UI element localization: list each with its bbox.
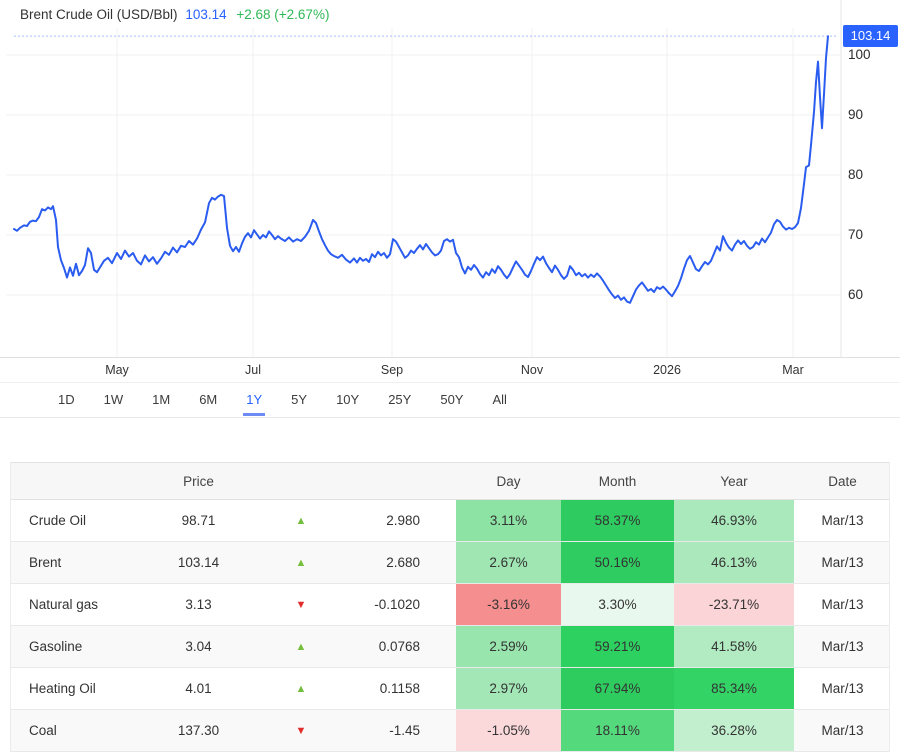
x-axis-tick: Jul	[223, 363, 283, 377]
chart-title: Brent Crude Oil (USD/Bbl)	[20, 7, 178, 22]
up-arrow-icon: ▲	[246, 542, 356, 583]
table-row-crude-oil: Crude Oil98.71▲2.9803.11%58.37%46.93%Mar…	[11, 500, 889, 542]
y-axis-tick: 90	[848, 107, 892, 122]
range-button-50y[interactable]: 50Y	[437, 385, 466, 416]
year-percent-cell: -23.71%	[674, 584, 794, 625]
commodities-dashboard: Brent Crude Oil (USD/Bbl) 103.14 +2.68 (…	[0, 0, 900, 752]
month-percent-cell: 18.11%	[561, 710, 674, 751]
up-arrow-icon: ▲	[246, 500, 356, 541]
table-row-natural-gas: Natural gas3.13▼-0.1020-3.16%3.30%-23.71…	[11, 584, 889, 626]
chart-header: Brent Crude Oil (USD/Bbl) 103.14 +2.68 (…	[20, 7, 329, 22]
x-axis-tick: Sep	[362, 363, 422, 377]
range-button-1d[interactable]: 1D	[55, 385, 78, 416]
header-price: Price	[151, 463, 246, 499]
price-chart[interactable]	[0, 0, 900, 358]
price-chart-card: Brent Crude Oil (USD/Bbl) 103.14 +2.68 (…	[0, 0, 900, 418]
change-value: 2.980	[356, 500, 456, 541]
header-month: Month	[561, 463, 674, 499]
commodity-name-link[interactable]: Brent	[11, 542, 151, 583]
header-year: Year	[674, 463, 794, 499]
table-header-row: Price DayMonthYearDate	[11, 462, 889, 500]
header-day: Day	[456, 463, 561, 499]
up-arrow-icon: ▲	[246, 668, 356, 709]
day-percent-cell: -1.05%	[456, 710, 561, 751]
date-value: Mar/13	[794, 584, 891, 625]
table-row-gasoline: Gasoline3.04▲0.07682.59%59.21%41.58%Mar/…	[11, 626, 889, 668]
chart-change: +2.68 (+2.67%)	[236, 7, 329, 22]
down-arrow-icon: ▼	[246, 710, 356, 751]
price-value: 98.71	[151, 500, 246, 541]
day-percent-cell: 2.97%	[456, 668, 561, 709]
commodity-name-link[interactable]: Heating Oil	[11, 668, 151, 709]
x-axis-tick: Mar	[763, 363, 823, 377]
price-value: 3.13	[151, 584, 246, 625]
day-percent-cell: 3.11%	[456, 500, 561, 541]
header-date: Date	[794, 463, 891, 499]
header-arrow	[246, 463, 356, 499]
year-percent-cell: 46.93%	[674, 500, 794, 541]
x-axis-tick: 2026	[637, 363, 697, 377]
y-axis-tick: 80	[848, 167, 892, 182]
change-value: -1.45	[356, 710, 456, 751]
day-percent-cell: 2.67%	[456, 542, 561, 583]
range-selector: 1D 1W 1M 6M 1Y 5Y 10Y 25Y 50Y All	[0, 384, 900, 418]
year-percent-cell: 46.13%	[674, 542, 794, 583]
day-percent-cell: -3.16%	[456, 584, 561, 625]
change-value: 0.1158	[356, 668, 456, 709]
range-button-all[interactable]: All	[489, 385, 509, 416]
month-percent-cell: 67.94%	[561, 668, 674, 709]
price-value: 3.04	[151, 626, 246, 667]
year-percent-cell: 85.34%	[674, 668, 794, 709]
range-button-6m[interactable]: 6M	[196, 385, 220, 416]
change-value: -0.1020	[356, 584, 456, 625]
date-value: Mar/13	[794, 710, 891, 751]
table-row-coal: Coal137.30▼-1.45-1.05%18.11%36.28%Mar/13	[11, 710, 889, 752]
change-value: 0.0768	[356, 626, 456, 667]
date-value: Mar/13	[794, 542, 891, 583]
down-arrow-icon: ▼	[246, 584, 356, 625]
y-axis-tick: 70	[848, 227, 892, 242]
change-value: 2.680	[356, 542, 456, 583]
chart-last-price: 103.14	[185, 7, 226, 22]
x-axis-tick: May	[87, 363, 147, 377]
table-row-brent: Brent103.14▲2.6802.67%50.16%46.13%Mar/13	[11, 542, 889, 584]
commodity-name-link[interactable]: Natural gas	[11, 584, 151, 625]
year-percent-cell: 36.28%	[674, 710, 794, 751]
commodities-table: PriceDayMonthYearDateCrude Oil98.71▲2.98…	[10, 462, 890, 752]
commodity-name-link[interactable]: Crude Oil	[11, 500, 151, 541]
price-value: 137.30	[151, 710, 246, 751]
price-value: 103.14	[151, 542, 246, 583]
header-change	[356, 463, 456, 499]
range-button-5y[interactable]: 5Y	[288, 385, 310, 416]
y-axis-tick: 100	[848, 47, 892, 62]
range-button-10y[interactable]: 10Y	[333, 385, 362, 416]
current-price-badge: 103.14	[843, 25, 898, 47]
range-button-1w[interactable]: 1W	[101, 385, 127, 416]
month-percent-cell: 3.30%	[561, 584, 674, 625]
table-row-heating-oil: Heating Oil4.01▲0.11582.97%67.94%85.34%M…	[11, 668, 889, 710]
month-percent-cell: 58.37%	[561, 500, 674, 541]
range-button-1m[interactable]: 1M	[149, 385, 173, 416]
price-value: 4.01	[151, 668, 246, 709]
x-axis: MayJulSepNov2026Mar ⚙	[0, 358, 900, 383]
month-percent-cell: 50.16%	[561, 542, 674, 583]
month-percent-cell: 59.21%	[561, 626, 674, 667]
date-value: Mar/13	[794, 626, 891, 667]
year-percent-cell: 41.58%	[674, 626, 794, 667]
up-arrow-icon: ▲	[246, 626, 356, 667]
commodity-name-link[interactable]: Coal	[11, 710, 151, 751]
day-percent-cell: 2.59%	[456, 626, 561, 667]
range-button-1y[interactable]: 1Y	[243, 385, 265, 416]
x-axis-tick: Nov	[502, 363, 562, 377]
date-value: Mar/13	[794, 668, 891, 709]
y-axis-tick: 60	[848, 287, 892, 302]
range-button-25y[interactable]: 25Y	[385, 385, 414, 416]
commodity-name-link[interactable]: Gasoline	[11, 626, 151, 667]
date-value: Mar/13	[794, 500, 891, 541]
header-name	[11, 463, 151, 499]
